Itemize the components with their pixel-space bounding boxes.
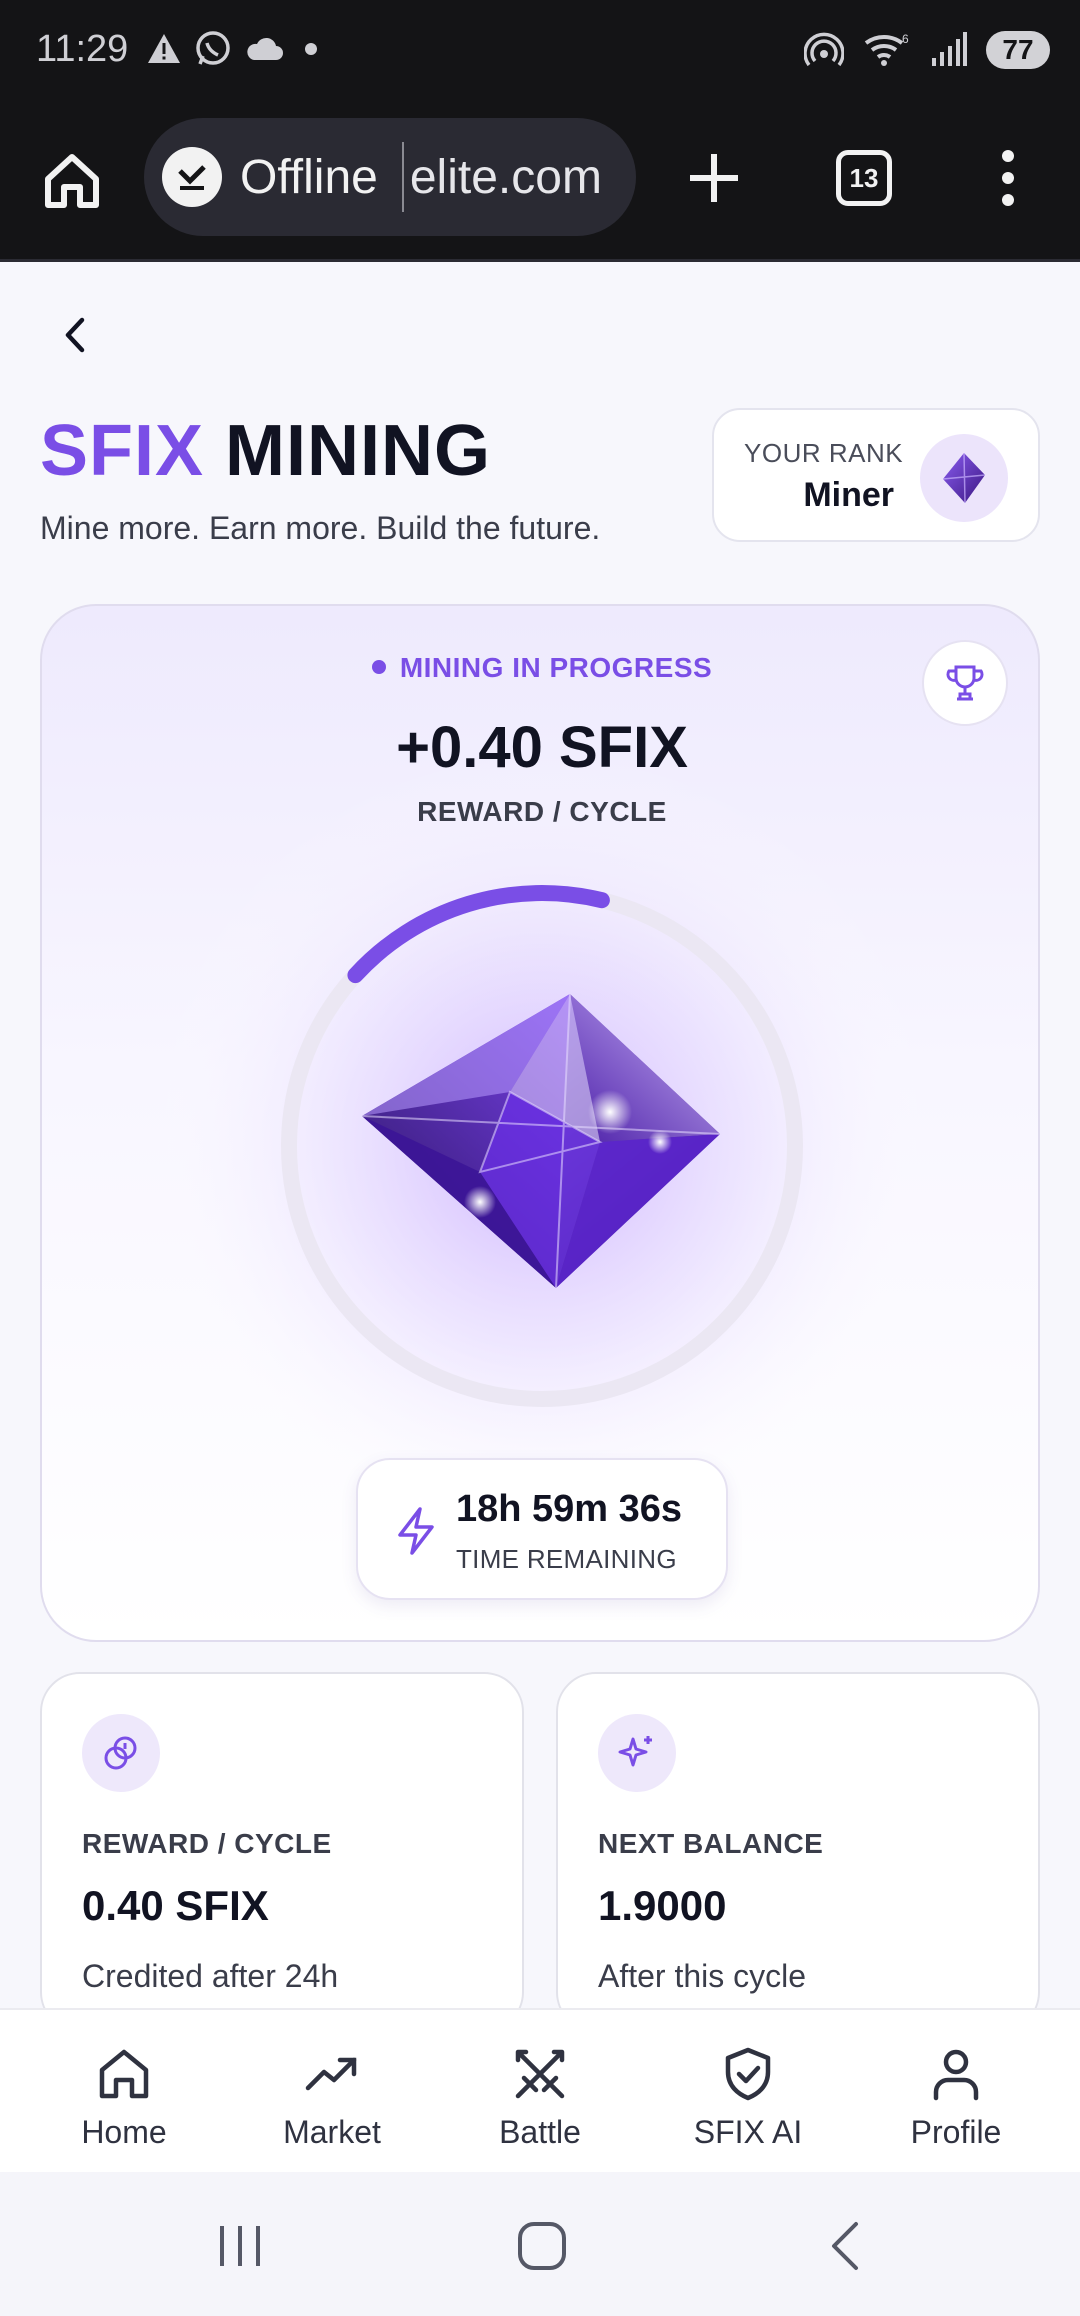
- mining-status-text: MINING IN PROGRESS: [399, 652, 713, 683]
- sparkles-icon: [598, 1714, 676, 1792]
- gem-icon: [920, 434, 1008, 522]
- status-dot-icon: [371, 659, 386, 674]
- nav-label: Battle: [499, 2114, 581, 2150]
- stat-label: NEXT BALANCE: [598, 1828, 824, 1859]
- rank-label: YOUR RANK: [744, 438, 904, 468]
- stat-value: 1.9000: [598, 1882, 727, 1929]
- reward-caption: REWARD / CYCLE: [417, 796, 667, 827]
- battery-indicator: 77: [986, 31, 1050, 69]
- warning-icon: [148, 34, 180, 63]
- stat-note: Credited after 24h: [82, 1958, 339, 1994]
- reward-cycle-card[interactable]: REWARD / CYCLE 0.40 SFIX Credited after …: [40, 1672, 524, 2032]
- recent-apps-icon[interactable]: [210, 2216, 270, 2276]
- system-icons: 6 77: [804, 30, 1050, 70]
- reward-amount: +0.40 SFIX: [396, 715, 688, 780]
- bottom-nav: Home Market Battle SFIX AI Profile: [0, 2008, 1080, 2172]
- back-arrow-icon[interactable]: [54, 310, 94, 360]
- title-main: MINING: [225, 411, 492, 491]
- stat-value: 0.40 SFIX: [82, 1882, 269, 1929]
- nav-item-profile[interactable]: Profile: [848, 2010, 1064, 2174]
- trend-up-icon: [305, 2057, 357, 2091]
- nav-label: Home: [81, 2114, 167, 2150]
- new-tab-icon[interactable]: [686, 150, 742, 206]
- mining-card: MINING IN PROGRESS +0.40 SFIX REWARD / C…: [40, 604, 1040, 1642]
- notification-icons: [146, 30, 326, 68]
- browser-home-icon[interactable]: [40, 149, 104, 213]
- lightning-icon: [398, 1507, 434, 1555]
- trophy-icon: [946, 665, 984, 701]
- cloud-icon: [247, 37, 283, 60]
- nav-label: Market: [283, 2114, 381, 2150]
- page-title: SFIX MINING: [40, 410, 491, 492]
- mining-status: MINING IN PROGRESS: [42, 652, 1038, 684]
- svg-text:6: 6: [902, 32, 909, 46]
- nav-item-sfix-ai[interactable]: SFIX AI: [640, 2010, 856, 2174]
- timer-value: 18h 59m 36s: [456, 1488, 683, 1530]
- title-accent: SFIX: [40, 411, 205, 491]
- wifi-icon: 6: [864, 32, 909, 66]
- address-bar[interactable]: Offline elite.com: [144, 118, 636, 236]
- browser-toolbar: Offline elite.com 13: [0, 104, 1080, 262]
- nav-item-market[interactable]: Market: [224, 2010, 440, 2174]
- nav-item-battle[interactable]: Battle: [432, 2010, 648, 2174]
- more-menu-icon[interactable]: [994, 148, 1022, 208]
- shield-check-icon: [725, 2047, 771, 2101]
- status-bar: 11:29 6 77: [0, 0, 1080, 104]
- home-icon: [99, 2049, 149, 2099]
- signal-icon: [932, 32, 967, 66]
- nav-item-home[interactable]: Home: [16, 2010, 232, 2174]
- url-separator: [401, 142, 404, 212]
- home-button-icon[interactable]: [512, 2216, 572, 2276]
- stat-note: After this cycle: [598, 1958, 807, 1994]
- page-subtitle: Mine more. Earn more. Build the future.: [40, 510, 601, 546]
- hotspot-icon: [804, 32, 844, 67]
- nav-label: SFIX AI: [693, 2114, 803, 2150]
- time-remaining-pill: 18h 59m 36s TIME REMAINING: [356, 1458, 728, 1600]
- offline-check-icon: [162, 147, 222, 207]
- timer-label: TIME REMAINING: [456, 1544, 677, 1574]
- dot-icon: [305, 43, 317, 55]
- rank-card[interactable]: YOUR RANK Miner: [712, 408, 1040, 542]
- tab-switcher-button[interactable]: 13: [836, 150, 892, 206]
- back-button-icon[interactable]: [816, 2216, 876, 2276]
- user-icon: [933, 2049, 979, 2101]
- url-text[interactable]: elite.com: [410, 150, 602, 205]
- offline-label: Offline: [240, 150, 378, 204]
- crystal-gem-icon: [361, 993, 721, 1289]
- stat-label: REWARD / CYCLE: [82, 1828, 332, 1859]
- nav-label: Profile: [910, 2114, 1002, 2150]
- next-balance-card[interactable]: NEXT BALANCE 1.9000 After this cycle: [556, 1672, 1040, 2032]
- system-nav-bar: [0, 2172, 1080, 2316]
- swords-icon: [515, 2049, 565, 2099]
- rank-value: Miner: [803, 476, 894, 514]
- status-time: 11:29: [36, 28, 129, 70]
- coins-icon: [82, 1714, 160, 1792]
- whatsapp-icon: [196, 31, 230, 65]
